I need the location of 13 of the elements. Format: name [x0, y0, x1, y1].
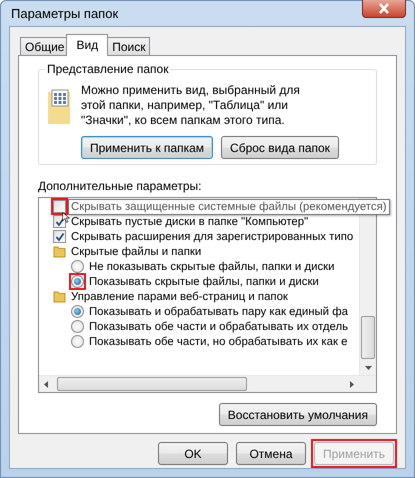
option-label: Показывать и обрабатывать пару как единый фа [89, 304, 348, 318]
group-label: Управление парами веб-страниц и папок [71, 290, 288, 304]
advanced-settings-label: Дополнительные параметры: [38, 179, 202, 193]
option-label: Показывать обе части и обрабатывать их отдель [89, 320, 348, 334]
option-label: Показывать скрытые файлы, папки и диски [89, 274, 319, 288]
folder-views-description: Можно применить вид, выбранный для этой папки, например, "Таблица" или "Значки", ко всем папкам этого типа. [81, 83, 301, 128]
group-label: Скрытые файлы и папки [71, 244, 202, 258]
option-label: Не показывать скрытые файлы, папки и диски [89, 260, 334, 274]
group-title: Представление папок [45, 62, 170, 76]
tooltip-label: Скрывать защищенные системные файлы (рекомендуется) [68, 198, 390, 214]
option-label: Показывать обе части, но обрабатывать их как е [89, 334, 348, 348]
option-label: Скрывать пустые диски в папке "Компьютер" [71, 214, 308, 228]
window-title: Параметры папок [11, 4, 118, 23]
